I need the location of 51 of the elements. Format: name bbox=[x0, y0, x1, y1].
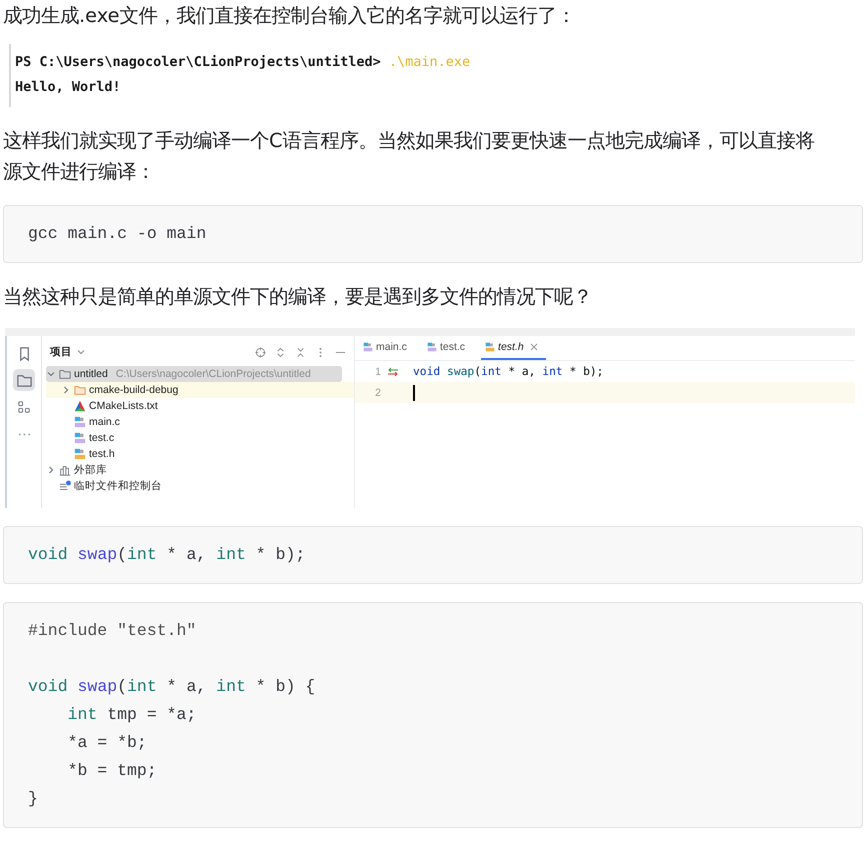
folder-path: C:\Users\nagocoler\CLionProjects\untitled bbox=[116, 368, 311, 380]
code-line: void swap(int * a, int * b); bbox=[413, 365, 604, 378]
header-file-icon bbox=[74, 448, 86, 460]
crosshair-icon[interactable] bbox=[255, 346, 266, 358]
paragraph: 这样我们就实现了手动编译一个C语言程序。当然如果我们要更快速一点地完成编译，可以直接将源文件进行编译： bbox=[3, 128, 816, 185]
code-line: void swap(int * a, int * b); bbox=[28, 544, 306, 566]
tree-item[interactable]: CMakeLists.txt bbox=[46, 398, 342, 414]
editor-tab[interactable]: test.c bbox=[422, 336, 482, 360]
tree-item[interactable]: 外部库 bbox=[46, 462, 342, 478]
c-file-icon bbox=[74, 416, 86, 428]
code-line: *a = *b; bbox=[66, 732, 147, 754]
panel-title[interactable]: 项目 bbox=[50, 345, 72, 359]
tree-item[interactable]: cmake-build-debug bbox=[46, 382, 354, 398]
code-line: int tmp = *a; bbox=[66, 704, 196, 726]
code-line: gcc main.c -o main bbox=[28, 223, 206, 245]
paragraph: 成功生成.exe文件，我们直接在控制台输入它的名字就可以运行了： bbox=[3, 3, 577, 29]
paragraph: 当然这种只是简单的单源文件下的编译，要是遇到多文件的情况下呢？ bbox=[3, 284, 593, 310]
c-file-icon bbox=[426, 342, 437, 352]
folder-icon bbox=[74, 384, 86, 396]
collapse-icon[interactable] bbox=[295, 346, 306, 358]
terminal-line: PS C:\Users\nagocoler\CLionProjects\untitled> .\main.exe bbox=[15, 53, 470, 72]
code-line: } bbox=[28, 788, 38, 810]
chevron-icon[interactable] bbox=[46, 369, 56, 379]
c-file-icon bbox=[74, 432, 86, 444]
expand-collapse-icon[interactable] bbox=[275, 346, 286, 358]
scratch-file-icon bbox=[59, 480, 71, 492]
tree-item[interactable]: 临时文件和控制台 bbox=[46, 478, 342, 494]
folder-icon[interactable] bbox=[13, 369, 35, 391]
text-cursor bbox=[413, 384, 415, 400]
editor-tab[interactable]: main.c bbox=[359, 336, 423, 360]
library-icon bbox=[59, 464, 71, 476]
header-file-icon bbox=[485, 342, 496, 352]
tree-item[interactable]: test.c bbox=[46, 430, 342, 446]
editor-tab[interactable]: test.h bbox=[481, 336, 546, 360]
code-line: *b = tmp; bbox=[66, 760, 157, 782]
chevron-icon[interactable] bbox=[76, 347, 86, 357]
chevron-icon[interactable] bbox=[46, 465, 56, 475]
folder-icon bbox=[59, 368, 71, 380]
code-line: #include "test.h" bbox=[28, 620, 196, 642]
close-icon[interactable] bbox=[530, 343, 538, 351]
swap-arrows-icon[interactable] bbox=[387, 366, 399, 376]
triangle-logo-icon bbox=[74, 400, 86, 412]
line-number: 2 bbox=[374, 386, 381, 398]
line-number: 1 bbox=[374, 366, 381, 378]
tree-item[interactable]: untitled C:\Users\nagocoler\CLionProjects\untitled bbox=[46, 366, 342, 382]
c-file-icon bbox=[363, 342, 373, 352]
tree-item[interactable]: test.h bbox=[46, 446, 342, 462]
terminal-line: Hello, World! bbox=[15, 78, 121, 97]
code-line: void swap(int * a, int * b) { bbox=[28, 676, 316, 698]
tree-item[interactable]: main.c bbox=[46, 414, 342, 430]
chevron-icon[interactable] bbox=[61, 385, 71, 395]
